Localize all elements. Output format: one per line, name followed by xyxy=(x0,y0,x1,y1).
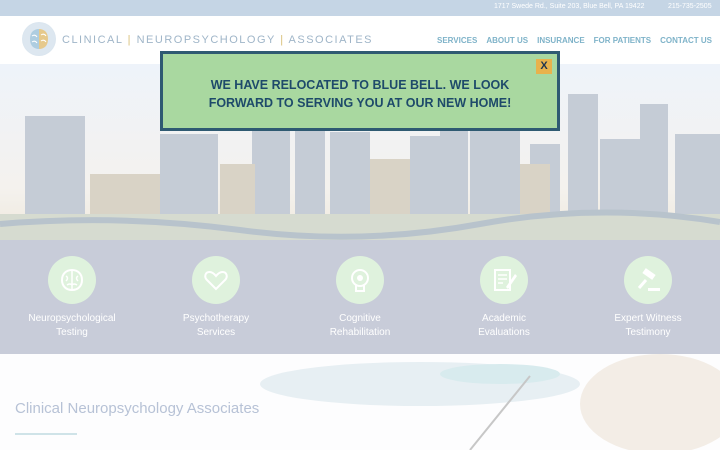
section-title: Clinical Neuropsychology Associates xyxy=(15,400,260,417)
document-pen-icon xyxy=(494,269,517,291)
close-popup-button[interactable]: X xyxy=(536,59,552,74)
logo-word-associates: ASSOCIATES xyxy=(288,34,374,46)
intro-section: Clinical Neuropsychology Associates xyxy=(0,354,720,450)
address-text: 1717 Swede Rd., Suite 203, Blue Bell, PA… xyxy=(494,3,645,10)
nav-for-patients[interactable]: FOR PATIENTS xyxy=(594,36,651,45)
services-band: Neuropsychological Testing Psychotherapy S… xyxy=(0,240,720,354)
brain-logo-icon[interactable] xyxy=(22,22,56,56)
service-label-line2: Rehabilitation xyxy=(329,327,391,338)
service-icon-circle xyxy=(48,256,96,304)
service-label-line1: Expert Witness xyxy=(614,313,682,324)
heart-icon xyxy=(204,270,228,291)
nav-contact-us[interactable]: CONTACT US xyxy=(660,36,712,45)
service-label-line2: Testing xyxy=(56,327,88,338)
service-expert-witness-testimony[interactable]: Expert Witness Testimony xyxy=(588,256,708,340)
service-icon-circle xyxy=(192,256,240,304)
nav-insurance[interactable]: INSURANCE xyxy=(537,36,585,45)
top-info-bar: 1717 Swede Rd., Suite 203, Blue Bell, PA… xyxy=(0,0,720,16)
brain-icon xyxy=(60,268,84,292)
service-label-line2: Services xyxy=(196,327,236,338)
service-label-line2: Evaluations xyxy=(478,327,530,338)
message-line-1: WE HAVE RELOCATED TO BLUE BELL. WE LOOK xyxy=(210,78,510,92)
gavel-icon xyxy=(637,268,660,291)
service-icon-circle xyxy=(624,256,672,304)
service-label-line1: Neuropsychological xyxy=(28,313,116,324)
service-label-line1: Academic xyxy=(482,313,526,324)
logo-word-clinical: CLINICAL xyxy=(62,34,124,46)
service-label-line2: Testimony xyxy=(625,327,671,338)
title-underline-divider xyxy=(15,433,77,435)
nav-services[interactable]: SERVICES xyxy=(437,36,477,45)
nav-about-us[interactable]: ABOUT US xyxy=(486,36,528,45)
relocation-notice-popup: WE HAVE RELOCATED TO BLUE BELL. WE LOOK … xyxy=(160,51,560,131)
service-academic-evaluations[interactable]: Academic Evaluations xyxy=(444,256,564,340)
phone-link[interactable]: 215-735-2505 xyxy=(668,3,712,10)
message-line-2: FORWARD TO SERVING YOU AT OUR NEW HOME! xyxy=(208,96,512,110)
logo-separator: | xyxy=(127,34,133,46)
service-psychotherapy[interactable]: Psychotherapy Services xyxy=(156,256,276,340)
service-label-line1: Psychotherapy xyxy=(182,313,250,324)
service-icon-circle xyxy=(336,256,384,304)
service-label-line1: Cognitive xyxy=(339,313,381,324)
logo-separator: | xyxy=(280,34,285,46)
site-logo-text[interactable]: CLINICAL | NEUROPSYCHOLOGY | ASSOCIATES xyxy=(62,34,373,46)
head-gears-icon xyxy=(351,269,369,292)
logo-word-neuropsychology: NEUROPSYCHOLOGY xyxy=(136,34,276,46)
relocation-message: WE HAVE RELOCATED TO BLUE BELL. WE LOOK … xyxy=(183,76,537,112)
service-icon-circle xyxy=(480,256,528,304)
main-nav: SERVICES ABOUT US INSURANCE FOR PATIENTS… xyxy=(437,36,712,45)
service-cognitive-rehabilitation[interactable]: Cognitive Rehabilitation xyxy=(300,256,420,340)
service-neuropsychological-testing[interactable]: Neuropsychological Testing xyxy=(12,256,132,340)
